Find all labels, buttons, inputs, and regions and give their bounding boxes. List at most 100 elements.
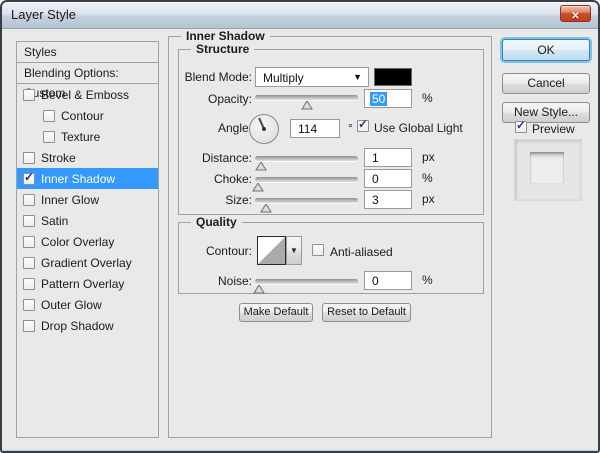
sidebar-item-label: Inner Glow xyxy=(41,193,99,207)
style-enable-checkbox[interactable] xyxy=(23,89,35,101)
shadow-color-swatch[interactable] xyxy=(374,68,412,86)
size-slider[interactable] xyxy=(255,195,358,209)
dialog-title: Layer Style xyxy=(11,7,76,22)
opacity-unit: % xyxy=(422,91,433,105)
sidebar-item-label: Inner Shadow xyxy=(41,172,115,186)
structure-group-title: Structure xyxy=(191,42,254,56)
style-preview-inner-shadow xyxy=(530,152,564,184)
ok-button[interactable]: OK xyxy=(502,39,590,61)
sidebar-item-outer-glow[interactable]: Outer Glow xyxy=(17,294,158,315)
distance-unit: px xyxy=(422,150,435,164)
use-global-light-checkbox[interactable]: ✓ xyxy=(357,120,369,132)
style-enable-checkbox[interactable] xyxy=(23,152,35,164)
reset-to-default-button[interactable]: Reset to Default xyxy=(322,303,411,322)
noise-input[interactable]: 0 xyxy=(364,271,412,290)
sidebar-item-label: Stroke xyxy=(41,151,76,165)
slider-thumb[interactable] xyxy=(301,97,313,115)
choke-input[interactable]: 0 xyxy=(364,169,412,188)
anti-aliased-checkbox[interactable] xyxy=(312,244,324,256)
cancel-button[interactable]: Cancel xyxy=(502,73,590,94)
check-icon: ✓ xyxy=(358,118,368,130)
style-enable-checkbox[interactable] xyxy=(23,236,35,248)
check-icon: ✓ xyxy=(516,119,526,131)
sidebar-item-label: Pattern Overlay xyxy=(41,277,124,291)
preview-checkbox[interactable]: ✓ xyxy=(515,121,527,133)
slider-track xyxy=(255,177,358,182)
style-enable-checkbox[interactable] xyxy=(23,194,35,206)
size-label: Size: xyxy=(152,193,252,207)
blend-mode-label: Blend Mode: xyxy=(152,70,252,84)
sidebar-item-pattern-overlay[interactable]: Pattern Overlay xyxy=(17,273,158,294)
sidebar-item-satin[interactable]: Satin xyxy=(17,210,158,231)
sidebar-item-list: Bevel & Emboss Contour Texture Stroke ✓ Inner… xyxy=(17,84,158,336)
style-enable-checkbox[interactable] xyxy=(23,299,35,311)
dialog-body: Styles Blending Options: Custom Bevel & … xyxy=(2,29,598,452)
slider-thumb[interactable] xyxy=(260,200,272,218)
styles-sidebar: Styles Blending Options: Custom Bevel & … xyxy=(16,41,159,438)
style-enable-checkbox[interactable] xyxy=(23,215,35,227)
size-unit: px xyxy=(422,192,435,206)
close-button[interactable]: ✕ xyxy=(560,5,591,22)
sidebar-item-inner-glow[interactable]: Inner Glow xyxy=(17,189,158,210)
sidebar-item-blending-options[interactable]: Blending Options: Custom xyxy=(17,63,158,84)
sidebar-item-label: Bevel & Emboss xyxy=(41,88,129,102)
sidebar-item-label: Gradient Overlay xyxy=(41,256,132,270)
sidebar-item-label: Drop Shadow xyxy=(41,319,114,333)
style-preview-thumbnail xyxy=(514,139,582,201)
sidebar-item-label: Contour xyxy=(61,109,104,123)
close-icon: ✕ xyxy=(571,11,579,22)
make-default-button[interactable]: Make Default xyxy=(239,303,313,322)
slider-thumb[interactable] xyxy=(253,281,265,299)
chevron-down-icon: ▼ xyxy=(353,72,362,82)
opacity-label: Opacity: xyxy=(152,92,252,106)
contour-dropdown-button[interactable]: ▼ xyxy=(286,236,302,265)
style-enable-checkbox[interactable] xyxy=(43,110,55,122)
style-enable-checkbox[interactable]: ✓ xyxy=(23,173,35,185)
style-enable-checkbox[interactable] xyxy=(23,257,35,269)
sidebar-item-label: Texture xyxy=(61,130,100,144)
sidebar-item-drop-shadow[interactable]: Drop Shadow xyxy=(17,315,158,336)
titlebar[interactable]: Layer Style ✕ xyxy=(2,2,598,29)
sidebar-item-stroke[interactable]: Stroke xyxy=(17,147,158,168)
sidebar-item-label: Color Overlay xyxy=(41,235,114,249)
sidebar-item-label: Satin xyxy=(41,214,68,228)
angle-dial[interactable] xyxy=(249,114,279,144)
use-global-light-label: Use Global Light xyxy=(374,121,463,135)
sidebar-item-gradient-overlay[interactable]: Gradient Overlay xyxy=(17,252,158,273)
sidebar-item-styles[interactable]: Styles xyxy=(17,42,158,63)
preview-label: Preview xyxy=(532,122,575,136)
angle-label: Angle: xyxy=(152,121,252,135)
distance-input[interactable]: 1 xyxy=(364,148,412,167)
choke-unit: % xyxy=(422,171,433,185)
noise-unit: % xyxy=(422,273,433,287)
choke-slider[interactable] xyxy=(255,174,358,188)
chevron-down-icon: ▼ xyxy=(290,246,298,255)
anti-aliased-label: Anti-aliased xyxy=(330,245,393,259)
sidebar-item-contour[interactable]: Contour xyxy=(17,105,158,126)
panel-title: Inner Shadow xyxy=(181,29,270,43)
opacity-value-selected: 50 xyxy=(370,92,387,106)
style-enable-checkbox[interactable] xyxy=(23,320,35,332)
size-input[interactable]: 3 xyxy=(364,190,412,209)
sidebar-item-color-overlay[interactable]: Color Overlay xyxy=(17,231,158,252)
quality-group-title: Quality xyxy=(191,215,242,229)
noise-slider[interactable] xyxy=(255,276,358,290)
style-enable-checkbox[interactable] xyxy=(43,131,55,143)
contour-picker[interactable] xyxy=(257,236,286,265)
sidebar-item-inner-shadow[interactable]: ✓ Inner Shadow xyxy=(17,168,158,189)
blend-mode-value: Multiply xyxy=(263,71,304,85)
distance-label: Distance: xyxy=(152,151,252,165)
angle-unit: ° xyxy=(348,121,353,135)
angle-input[interactable]: 114 xyxy=(290,119,340,138)
opacity-slider[interactable] xyxy=(255,92,358,106)
contour-label: Contour: xyxy=(152,244,252,258)
sidebar-item-label: Outer Glow xyxy=(41,298,102,312)
layer-style-dialog: Layer Style ✕ Styles Blending Options: C… xyxy=(0,0,600,453)
opacity-input[interactable]: 50 xyxy=(364,89,412,108)
distance-slider[interactable] xyxy=(255,153,358,167)
blend-mode-dropdown[interactable]: Multiply ▼ xyxy=(255,67,369,87)
choke-label: Choke: xyxy=(152,172,252,186)
check-icon: ✓ xyxy=(24,171,34,183)
sidebar-item-texture[interactable]: Texture xyxy=(17,126,158,147)
style-enable-checkbox[interactable] xyxy=(23,278,35,290)
